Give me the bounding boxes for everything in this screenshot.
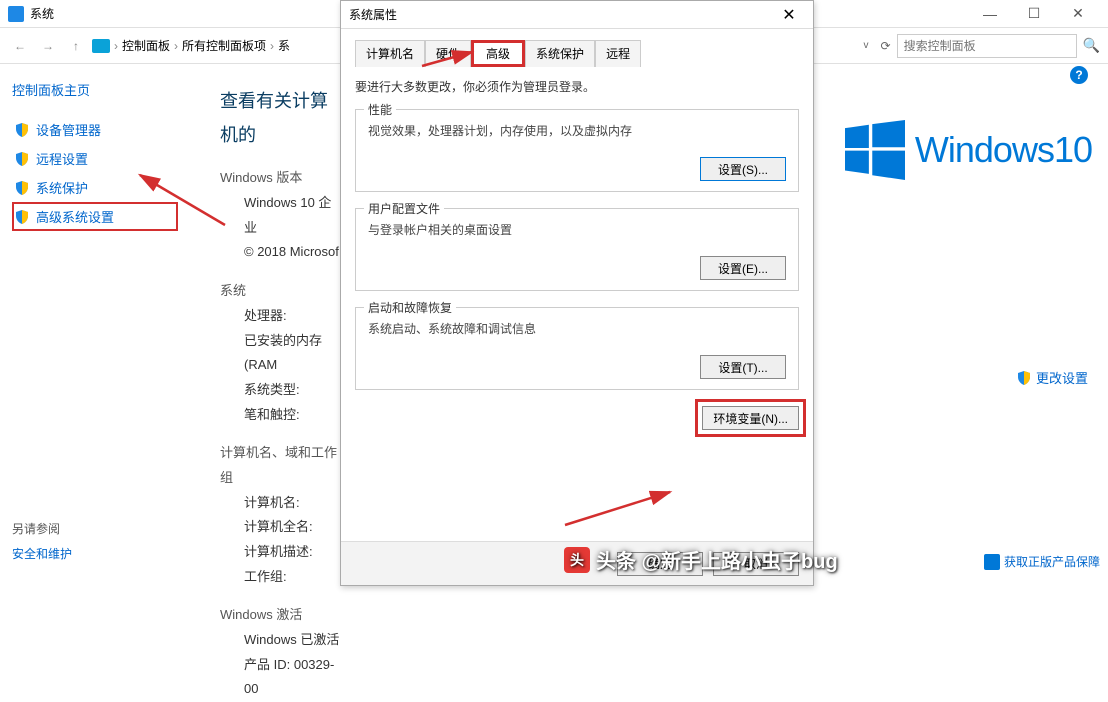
window-title: 系统 bbox=[30, 5, 54, 22]
startup-settings-button[interactable]: 设置(T)... bbox=[700, 355, 786, 379]
startup-title: 启动和故障恢复 bbox=[364, 299, 456, 316]
windows10-logo: Windows10 bbox=[845, 120, 1092, 180]
forward-button[interactable]: → bbox=[36, 34, 60, 58]
computer-desc-label: 计算机描述: bbox=[220, 540, 340, 565]
tab-system-protection[interactable]: 系统保护 bbox=[525, 40, 595, 67]
user-profile-group: 用户配置文件 与登录帐户相关的桌面设置 设置(E)... bbox=[355, 208, 799, 291]
breadcrumb-part[interactable]: 控制面板 bbox=[122, 37, 170, 54]
maximize-button[interactable]: ☐ bbox=[1012, 0, 1056, 28]
user-profile-text: 与登录帐户相关的桌面设置 bbox=[368, 221, 786, 238]
sidebar-item-remote[interactable]: 远程设置 bbox=[12, 144, 178, 173]
environment-variables-button[interactable]: 环境变量(N)... bbox=[702, 406, 799, 430]
help-icon[interactable]: ? bbox=[1070, 66, 1088, 84]
shield-icon bbox=[14, 122, 30, 138]
shield-icon bbox=[14, 151, 30, 167]
windows-version: Windows 10 企业 bbox=[220, 191, 340, 240]
genuine-link[interactable]: 获取正版产品保障 bbox=[984, 553, 1100, 570]
sidebar-item-protection[interactable]: 系统保护 bbox=[12, 173, 178, 202]
ram-label: 已安装的内存(RAM bbox=[220, 329, 340, 378]
up-button[interactable]: ↑ bbox=[64, 34, 88, 58]
sidebar-item-label: 高级系统设置 bbox=[36, 207, 114, 226]
performance-group: 性能 视觉效果，处理器计划，内存使用，以及虚拟内存 设置(S)... bbox=[355, 109, 799, 192]
performance-settings-button[interactable]: 设置(S)... bbox=[700, 157, 786, 181]
performance-title: 性能 bbox=[364, 101, 396, 118]
performance-text: 视觉效果，处理器计划，内存使用，以及虚拟内存 bbox=[368, 122, 786, 139]
see-also-heading: 另请参阅 bbox=[12, 520, 72, 537]
sidebar-item-device-manager[interactable]: 设备管理器 bbox=[12, 115, 178, 144]
watermark: 头 头条 @新手上路小虫子bug bbox=[564, 545, 838, 574]
product-id-label: 产品 ID: 00329-00 bbox=[220, 653, 340, 702]
app-icon bbox=[8, 6, 24, 22]
startup-recovery-group: 启动和故障恢复 系统启动、系统故障和调试信息 设置(T)... bbox=[355, 307, 799, 390]
tab-computer-name[interactable]: 计算机名 bbox=[355, 40, 425, 67]
control-panel-icon bbox=[92, 39, 110, 53]
windows-edition-label: Windows 版本 bbox=[220, 166, 340, 191]
change-settings-label: 更改设置 bbox=[1036, 368, 1088, 387]
dialog-title: 系统属性 bbox=[349, 6, 397, 23]
dialog-tabs: 计算机名 硬件 高级 系统保护 远程 bbox=[355, 39, 799, 66]
computer-name-label: 计算机名: bbox=[220, 491, 340, 516]
user-profile-settings-button[interactable]: 设置(E)... bbox=[700, 256, 786, 280]
tab-remote[interactable]: 远程 bbox=[595, 40, 641, 67]
security-maintenance-link[interactable]: 安全和维护 bbox=[12, 545, 72, 562]
breadcrumb[interactable]: › 控制面板 › 所有控制面板项 › 系 bbox=[92, 37, 290, 54]
minimize-button[interactable]: — bbox=[968, 0, 1012, 28]
tab-hardware[interactable]: 硬件 bbox=[425, 40, 471, 67]
page-heading: 查看有关计算机的 bbox=[220, 84, 340, 152]
breadcrumb-part[interactable]: 系 bbox=[278, 37, 290, 54]
system-properties-dialog: 系统属性 ✕ 计算机名 硬件 高级 系统保护 远程 要进行大多数更改，你必须作为… bbox=[340, 0, 814, 586]
search-input[interactable] bbox=[897, 34, 1077, 58]
shield-icon bbox=[14, 209, 30, 225]
dropdown-icon[interactable]: v bbox=[858, 40, 875, 51]
watermark-text: 头条 @新手上路小虫子bug bbox=[596, 545, 838, 574]
sidebar-item-advanced-settings[interactable]: 高级系统设置 bbox=[12, 202, 178, 231]
activation-section: Windows 激活 bbox=[220, 603, 340, 628]
sidebar: 控制面板主页 设备管理器 远程设置 系统保护 高级系统设置 另请 bbox=[0, 64, 190, 586]
refresh-icon[interactable]: ⟳ bbox=[881, 39, 891, 53]
sidebar-bottom: 另请参阅 安全和维护 bbox=[12, 520, 72, 562]
computer-name-section: 计算机名、域和工作组 bbox=[220, 441, 340, 490]
activated-label: Windows 已激活 bbox=[220, 628, 340, 653]
dialog-titlebar: 系统属性 ✕ bbox=[341, 1, 813, 29]
system-type-label: 系统类型: bbox=[220, 378, 340, 403]
change-settings-link[interactable]: 更改设置 bbox=[1016, 368, 1088, 387]
full-name-label: 计算机全名: bbox=[220, 515, 340, 540]
windows-logo-icon bbox=[845, 120, 905, 180]
tab-advanced[interactable]: 高级 bbox=[471, 40, 525, 67]
copyright: © 2018 Microsof bbox=[220, 240, 340, 265]
sidebar-title[interactable]: 控制面板主页 bbox=[12, 80, 178, 99]
shield-icon bbox=[1016, 370, 1032, 386]
close-button[interactable]: ✕ bbox=[1056, 0, 1100, 28]
window-controls: — ☐ ✕ bbox=[968, 0, 1100, 28]
processor-label: 处理器: bbox=[220, 304, 340, 329]
dialog-close-button[interactable]: ✕ bbox=[773, 3, 805, 27]
windows10-text: Windows10 bbox=[915, 129, 1092, 171]
shield-icon bbox=[14, 180, 30, 196]
admin-note: 要进行大多数更改，你必须作为管理员登录。 bbox=[355, 78, 799, 95]
sidebar-item-label: 设备管理器 bbox=[36, 120, 101, 139]
pen-touch-label: 笔和触控: bbox=[220, 403, 340, 428]
genuine-label: 获取正版产品保障 bbox=[1004, 553, 1100, 570]
search-icon[interactable]: 🔍 bbox=[1083, 37, 1100, 54]
genuine-icon bbox=[984, 554, 1000, 570]
system-info-panel: 查看有关计算机的 Windows 版本 Windows 10 企业 © 2018… bbox=[190, 64, 350, 586]
sidebar-item-label: 远程设置 bbox=[36, 149, 88, 168]
user-profile-title: 用户配置文件 bbox=[364, 200, 444, 217]
breadcrumb-part[interactable]: 所有控制面板项 bbox=[182, 37, 266, 54]
watermark-icon: 头 bbox=[564, 547, 590, 573]
sidebar-item-label: 系统保护 bbox=[36, 178, 88, 197]
system-section-label: 系统 bbox=[220, 279, 340, 304]
back-button[interactable]: ← bbox=[8, 34, 32, 58]
startup-text: 系统启动、系统故障和调试信息 bbox=[368, 320, 786, 337]
